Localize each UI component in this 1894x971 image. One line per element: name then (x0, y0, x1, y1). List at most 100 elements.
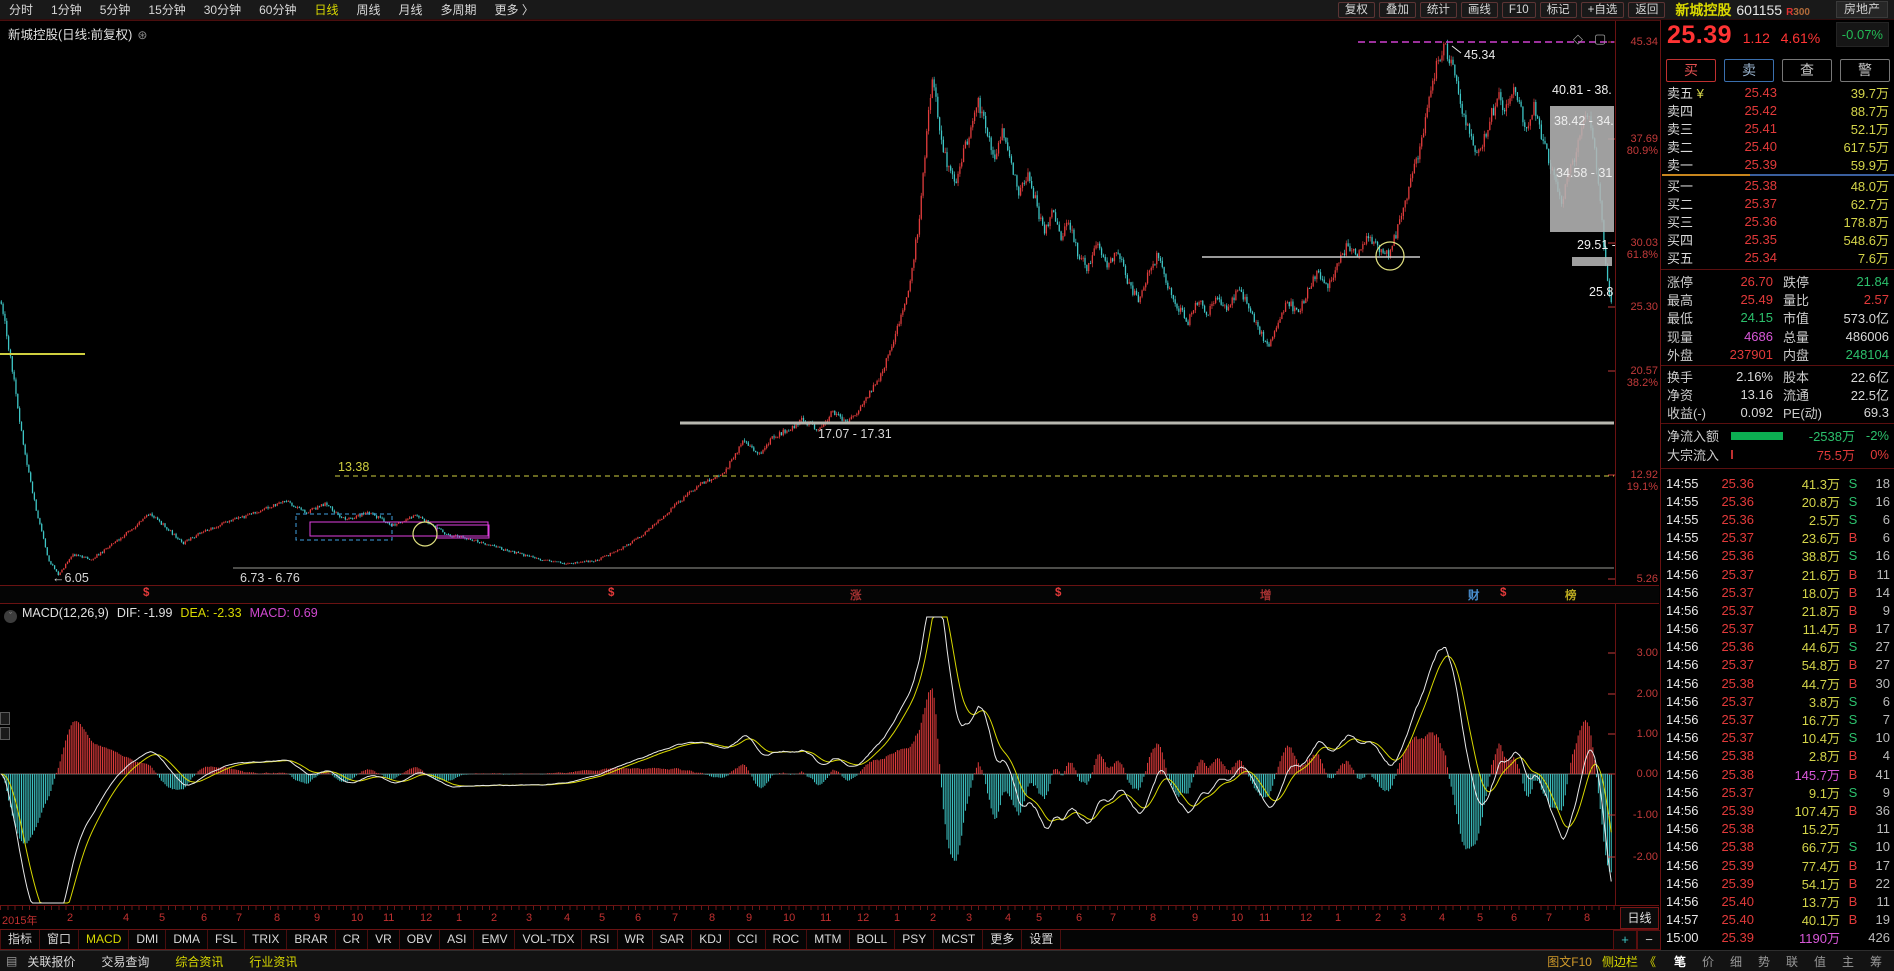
diamond-icon[interactable]: ◇ (1573, 31, 1583, 47)
tick-row[interactable]: 15:0025.391190万426 (1661, 929, 1894, 947)
indicator-button[interactable]: 窗口 (40, 930, 79, 949)
event-marker[interactable]: 财 (1468, 587, 1480, 603)
order-book-row[interactable]: 买三25.36178.8万 (1661, 212, 1894, 230)
view-tab[interactable]: 主 (1834, 953, 1862, 970)
statusbar-link[interactable]: 交易查询 (101, 953, 149, 970)
order-book-row[interactable]: 买二25.3762.7万 (1661, 194, 1894, 212)
tick-row[interactable]: 14:5625.4013.7万B11 (1661, 892, 1894, 910)
indicator-button[interactable]: MACD (79, 930, 129, 949)
topbar-button[interactable]: 返回 (1628, 2, 1665, 18)
indicator-button[interactable]: DMI (129, 930, 166, 949)
currency-icon[interactable]: ¥ (1693, 86, 1704, 101)
candlestick-macd-chart[interactable]: 13.386.73 - 6.7617.07 - 17.3140.81 - 38.… (0, 19, 1660, 906)
topbar-button[interactable]: 复权 (1338, 2, 1375, 18)
collapse-chevrons[interactable]: 《 (1644, 953, 1656, 970)
order-book-row[interactable]: 卖五 ¥25.4339.7万 (1661, 83, 1894, 101)
indicator-button[interactable]: ASI (440, 930, 474, 949)
indicator-button[interactable]: 更多 (983, 930, 1022, 949)
period-tab[interactable]: 日线 (305, 1, 347, 18)
order-book-row[interactable]: 卖三25.4152.1万 (1661, 119, 1894, 137)
event-marker[interactable]: 增 (1260, 587, 1272, 603)
view-tab[interactable]: 笔 (1666, 953, 1694, 970)
topbar-button[interactable]: 画线 (1461, 2, 1498, 18)
period-tab[interactable]: 60分钟 (250, 1, 305, 18)
tick-row[interactable]: 14:5625.3815.2万11 (1661, 820, 1894, 838)
view-tab[interactable]: 值 (1806, 953, 1834, 970)
period-tab[interactable]: 周线 (347, 1, 389, 18)
indicator-button[interactable]: RSI (582, 930, 617, 949)
view-tab[interactable]: 价 (1694, 953, 1722, 970)
period-tab[interactable]: 分时 (0, 1, 42, 18)
tick-row[interactable]: 14:5525.3723.6万B6 (1661, 529, 1894, 547)
period-tab[interactable]: 更多 〉 (486, 1, 543, 18)
action-button-买[interactable]: 买 (1666, 59, 1716, 82)
tick-row[interactable]: 14:5625.3721.6万B11 (1661, 565, 1894, 583)
statusbar-link[interactable]: 行业资讯 (249, 953, 297, 970)
event-marker[interactable]: $ (1500, 587, 1506, 599)
indicator-button[interactable]: 指标 (0, 930, 40, 949)
statusbar-link[interactable]: 综合资讯 (175, 953, 223, 970)
tick-row[interactable]: 14:5625.39107.4万B36 (1661, 801, 1894, 819)
action-button-卖[interactable]: 卖 (1724, 59, 1774, 82)
view-tab[interactable]: 细 (1722, 953, 1750, 970)
order-book-row[interactable]: 卖一25.3959.9万 (1661, 156, 1894, 174)
indicator-button[interactable]: CCI (730, 930, 766, 949)
collapse-icon[interactable]: ˇ (4, 610, 17, 623)
indicator-button[interactable]: PSY (895, 930, 934, 949)
pane-resize-handle[interactable] (0, 712, 10, 725)
indicator-button[interactable]: BOLL (850, 930, 896, 949)
topbar-button[interactable]: 叠加 (1379, 2, 1416, 18)
indicator-button[interactable]: 设置 (1022, 930, 1061, 949)
tick-row[interactable]: 14:5625.3721.8万B9 (1661, 601, 1894, 619)
tick-row[interactable]: 14:5625.3716.7万S7 (1661, 710, 1894, 728)
event-marker[interactable]: 榜 (1565, 587, 1577, 603)
indicator-button[interactable]: OBV (400, 930, 440, 949)
order-book-row[interactable]: 买四25.35548.6万 (1661, 231, 1894, 249)
period-tab[interactable]: 多周期 (432, 1, 486, 18)
view-tab[interactable]: 联 (1778, 953, 1806, 970)
indicator-button[interactable]: CR (336, 930, 368, 949)
tick-row[interactable]: 14:5625.382.8万B4 (1661, 747, 1894, 765)
event-marker[interactable]: $ (1055, 587, 1061, 599)
f10-link[interactable]: 图文F10 (1547, 953, 1592, 970)
indicator-button[interactable]: FSL (208, 930, 245, 949)
topbar-button[interactable]: 标记 (1540, 2, 1577, 18)
period-tab[interactable]: 月线 (390, 1, 432, 18)
period-tab[interactable]: 5分钟 (91, 1, 140, 18)
tick-row[interactable]: 14:5625.3718.0万B14 (1661, 583, 1894, 601)
topbar-button[interactable]: 统计 (1420, 2, 1457, 18)
view-tab[interactable]: 筹 (1862, 953, 1890, 970)
period-tab[interactable]: 30分钟 (195, 1, 250, 18)
tick-row[interactable]: 14:5525.3641.3万S18 (1661, 474, 1894, 492)
sector-tag[interactable]: 房地产 (1836, 1, 1888, 18)
tick-row[interactable]: 14:5525.362.5万S6 (1661, 510, 1894, 528)
tick-row[interactable]: 14:5625.3711.4万B17 (1661, 620, 1894, 638)
indicator-button[interactable]: MTM (807, 930, 849, 949)
tick-row[interactable]: 14:5625.379.1万S9 (1661, 783, 1894, 801)
indicator-button[interactable]: MCST (934, 930, 983, 949)
indicator-button[interactable]: BRAR (287, 930, 335, 949)
grid-icon[interactable]: ▤ (6, 954, 17, 968)
event-marker[interactable]: 涨 (850, 587, 862, 603)
action-button-查[interactable]: 查 (1782, 59, 1832, 82)
tick-row[interactable]: 14:5525.3620.8万S16 (1661, 492, 1894, 510)
tick-row[interactable]: 14:5625.373.8万S6 (1661, 692, 1894, 710)
event-marker[interactable]: $ (608, 587, 614, 599)
indicator-button[interactable]: VOL-TDX (515, 930, 582, 949)
order-book-row[interactable]: 买五25.347.6万 (1661, 249, 1894, 267)
indicator-button[interactable]: VR (368, 930, 400, 949)
tick-row[interactable]: 14:5625.3644.6万S27 (1661, 638, 1894, 656)
tick-row[interactable]: 14:5625.3638.8万S16 (1661, 547, 1894, 565)
tick-row[interactable]: 14:5625.3844.7万B30 (1661, 674, 1894, 692)
period-tab[interactable]: 1分钟 (42, 1, 91, 18)
topbar-button[interactable]: F10 (1502, 2, 1536, 18)
view-tab[interactable]: 势 (1750, 953, 1778, 970)
order-book-row[interactable]: 买一25.3848.0万 (1661, 176, 1894, 194)
window-icon[interactable]: ▢ (1594, 31, 1606, 47)
action-button-警[interactable]: 警 (1840, 59, 1890, 82)
indicator-button[interactable]: KDJ (692, 930, 730, 949)
tick-list[interactable]: 14:5525.3641.3万S1814:5525.3620.8万S1614:5… (1661, 474, 1894, 947)
tick-row[interactable]: 14:5625.38145.7万B41 (1661, 765, 1894, 783)
order-book-row[interactable]: 卖四25.4288.7万 (1661, 101, 1894, 119)
indicator-button[interactable]: EMV (474, 930, 515, 949)
